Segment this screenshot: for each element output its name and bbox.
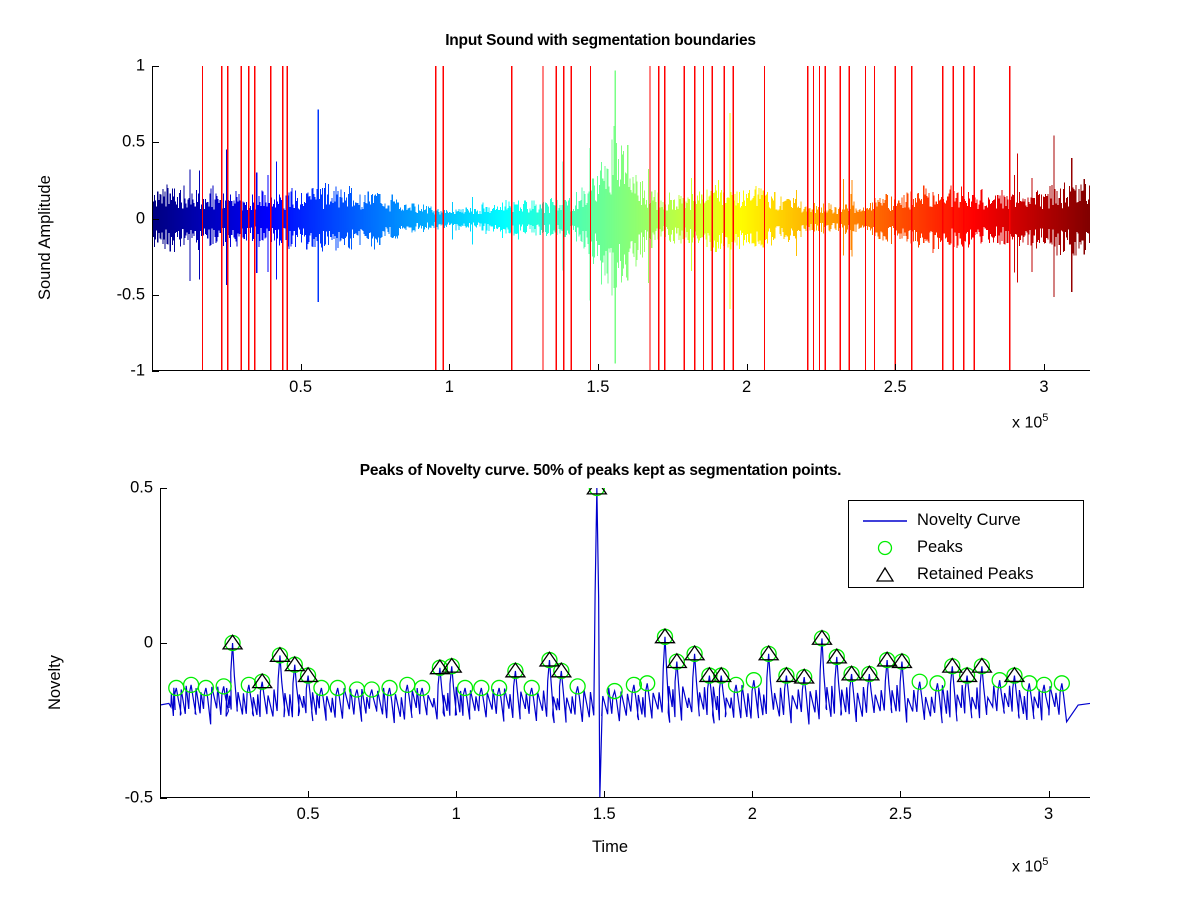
y-tickmark <box>160 643 167 644</box>
sound-plot-axes: 0.5 1 1.5 2 2.5 3 -1 -0.5 0 0.5 1 <box>117 57 1090 396</box>
y-tick-label: 1 <box>135 56 145 75</box>
sound-plot-x-exponent-power: 5 <box>1042 412 1049 424</box>
y-tick-label: -0.5 <box>124 788 153 807</box>
novelty-plot-title: Peaks of Novelty curve. 50% of peaks kep… <box>359 462 842 479</box>
y-tick-label: -0.5 <box>116 285 145 304</box>
x-tickmark <box>900 791 902 798</box>
x-tickmark <box>895 364 897 371</box>
sound-plot-x-exponent: x 105 <box>1012 412 1048 432</box>
x-tick-label: 2.5 <box>888 805 912 823</box>
y-tick-label: 0 <box>135 209 145 227</box>
y-tick-label: 0 <box>143 633 153 652</box>
sound-plot-ylabel: Sound Amplitude <box>36 175 54 300</box>
x-tick-label: 2.5 <box>883 378 907 396</box>
matlab-figure: Input Sound with segmentation boundaries… <box>0 0 1201 900</box>
y-tick-label: -1 <box>130 361 145 380</box>
x-tick-label: 0.5 <box>296 805 320 823</box>
x-tickmark <box>604 791 606 798</box>
y-tickmark <box>152 218 159 220</box>
x-tick-label: 3 <box>1043 805 1054 823</box>
x-tickmark <box>752 791 754 798</box>
legend-marker-circle-icon <box>857 538 913 558</box>
y-tick-label: 0.5 <box>130 478 153 497</box>
legend-marker-triangle-icon <box>857 565 913 585</box>
x-tick-label: 1 <box>451 805 461 823</box>
y-tickmark <box>152 66 159 67</box>
y-tickmark <box>152 371 159 372</box>
legend-marker-line-icon <box>857 511 913 531</box>
x-tick-label: 2 <box>747 805 757 823</box>
x-tick-label: 3 <box>1039 378 1049 396</box>
novelty-plot-x-exponent: x 105 <box>1012 856 1048 876</box>
sound-plot-frame <box>152 66 1090 371</box>
novelty-plot-x-exponent-base: x 10 <box>1012 858 1043 876</box>
y-tickmark <box>152 142 159 144</box>
novelty-plot-x-exponent-power: 5 <box>1042 856 1049 868</box>
y-tickmark <box>160 488 167 489</box>
x-tickmark <box>456 791 458 798</box>
legend-label: Peaks <box>917 538 963 556</box>
y-tickmark <box>152 294 159 296</box>
x-tickmark <box>1048 791 1050 798</box>
legend-label: Retained Peaks <box>917 565 1034 583</box>
x-tick-label: 0.5 <box>289 378 313 396</box>
x-tick-label: 1.5 <box>586 378 610 396</box>
novelty-plot-xlabel: Time <box>591 838 629 856</box>
sound-plot-x-exponent-base: x 10 <box>1012 414 1043 432</box>
x-tickmark <box>597 364 599 371</box>
x-tickmark <box>300 364 302 371</box>
x-tickmark <box>308 791 310 798</box>
y-tickmark <box>160 798 167 799</box>
novelty-plot-ylabel: Novelty <box>46 654 64 710</box>
legend-entry-line: Novelty Curve <box>857 507 1073 534</box>
legend-entry-circle: Peaks <box>857 534 1073 561</box>
y-tick-label: 0.5 <box>122 132 145 151</box>
x-tickmark <box>449 364 451 371</box>
x-tickmark <box>746 364 748 371</box>
novelty-plot-legend: Novelty Curve Peaks Retained Peaks <box>848 500 1084 588</box>
x-tick-label: 2 <box>742 378 752 396</box>
legend-entry-triangle: Retained Peaks <box>857 561 1073 588</box>
x-tick-label: 1.5 <box>592 805 616 823</box>
legend-label: Novelty Curve <box>917 511 1021 529</box>
x-tickmark <box>1043 364 1045 371</box>
sound-plot-title: Input Sound with segmentation boundaries <box>445 32 756 49</box>
x-tick-label: 1 <box>444 378 454 396</box>
